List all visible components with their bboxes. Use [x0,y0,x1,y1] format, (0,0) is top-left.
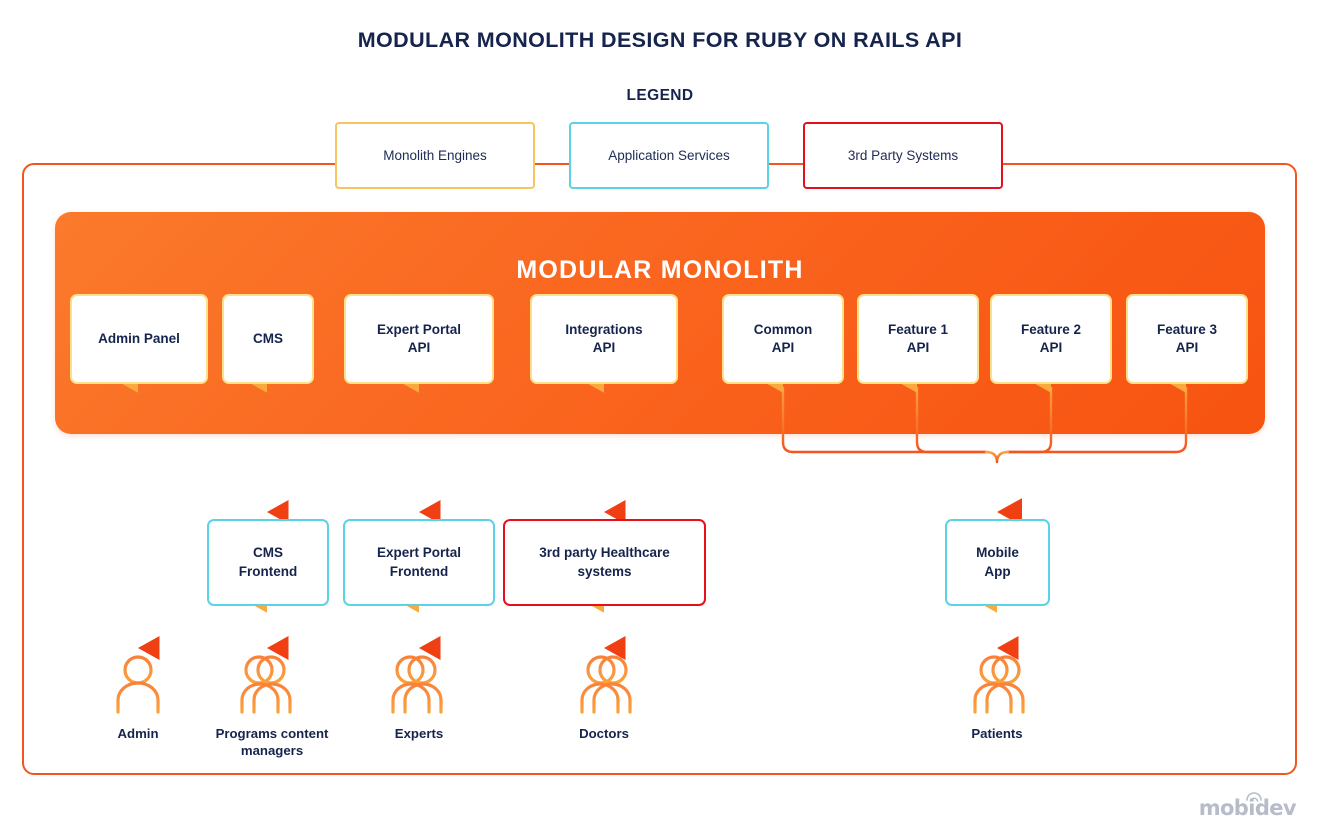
legend-spacer [535,122,569,189]
consumer-card-third-party-healthcare-systems[interactable]: 3rd party Healthcare systems [503,519,706,606]
module-card-label: Admin Panel [98,330,180,346]
legend: Monolith Engines Application Services 3r… [335,122,1003,189]
mobidev-logo: mobidev [1199,792,1297,820]
actor-patients: Patients [961,652,1033,742]
user-icon [116,655,160,714]
module-card-admin-panel[interactable]: Admin Panel [70,294,208,384]
modular-monolith-heading: MODULAR MONOLITH [516,256,804,284]
actor-label: Doctors [579,726,629,741]
consumer-card-label: 3rd party Healthcare systems [539,544,670,579]
consumer-card-label: CMS Frontend [238,544,298,579]
users-icon [391,655,443,714]
legend-spacer [769,122,803,189]
module-card-label: CMS [253,330,283,346]
module-card-label: Expert Portal API [376,321,462,355]
users-icon [580,655,632,714]
module-card-feature-3-api[interactable]: Feature 3 API [1126,294,1248,384]
module-card-feature-2-api[interactable]: Feature 2 API [990,294,1112,384]
module-card-integrations-api[interactable]: Integrations API [530,294,678,384]
actor-doctors: Doctors [568,652,640,742]
page-title: MODULAR MONOLITH DESIGN FOR RUBY ON RAIL… [357,28,963,52]
module-card-label: Feature 1 API [887,321,949,355]
actor-label: Patients [971,726,1023,741]
consumer-card-label: Expert Portal Frontend [376,544,462,579]
module-card-label: Common API [753,321,813,355]
module-card-label: Feature 2 API [1020,321,1082,355]
legend-item-third-party-systems: 3rd Party Systems [803,122,1003,189]
actor-label: Admin [117,726,159,741]
actor-programs-content-managers: Programs content managers [216,652,328,760]
consumer-card-cms-frontend[interactable]: CMS Frontend [207,519,329,606]
consumer-card-mobile-app[interactable]: Mobile App [945,519,1050,606]
module-card-label: Integrations API [565,321,643,355]
legend-item-monolith-engines: Monolith Engines [335,122,535,189]
legend-label: Monolith Engines [383,148,487,163]
diagram-canvas: MODULAR MONOLITH DESIGN FOR RUBY ON RAIL… [0,0,1320,832]
users-icon [973,655,1025,714]
legend-item-application-services: Application Services [569,122,769,189]
legend-label: 3rd Party Systems [847,148,959,163]
module-card-expert-portal-api[interactable]: Expert Portal API [344,294,494,384]
signal-arc-icon [1245,792,1262,802]
module-card-label: Feature 3 API [1156,321,1218,355]
legend-heading: LEGEND [626,87,694,104]
users-icon [240,655,292,714]
actor-experts: Experts [383,652,455,742]
consumer-card-expert-portal-frontend[interactable]: Expert Portal Frontend [343,519,495,606]
module-card-cms[interactable]: CMS [222,294,314,384]
legend-label: Application Services [608,148,730,163]
consumer-card-label: Mobile App [976,544,1019,579]
actor-label: Programs content managers [215,726,329,759]
actor-admin: Admin [104,652,172,742]
module-card-feature-1-api[interactable]: Feature 1 API [857,294,979,384]
module-card-common-api[interactable]: Common API [722,294,844,384]
actor-label: Experts [394,726,444,741]
